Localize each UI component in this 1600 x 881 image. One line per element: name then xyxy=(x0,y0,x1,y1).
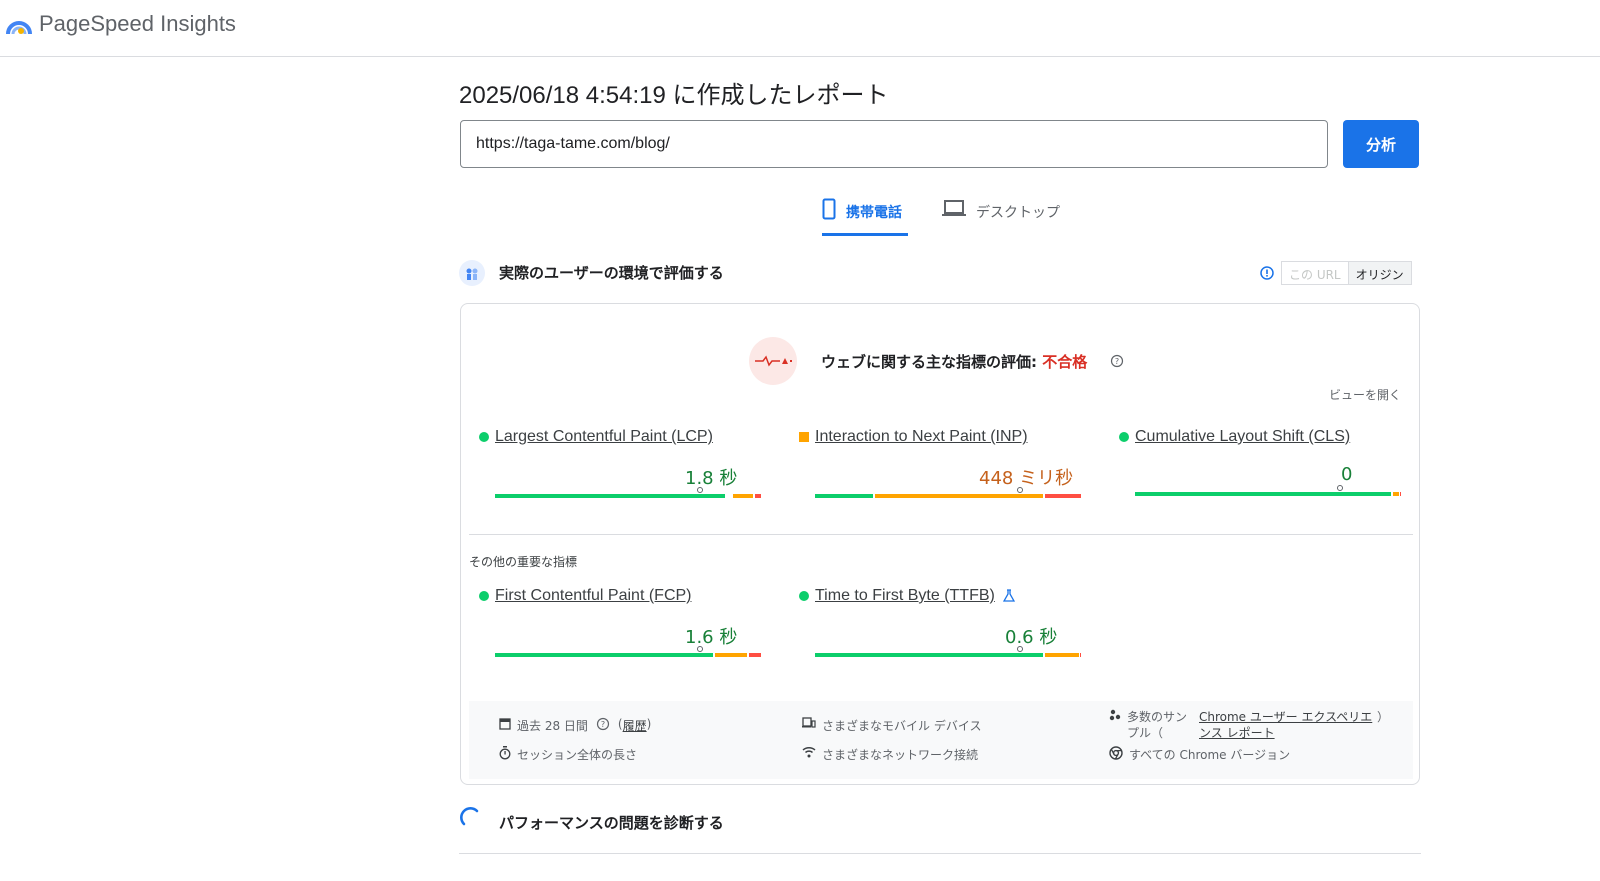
chrome-version-info: すべての Chrome バージョン xyxy=(1109,746,1290,763)
toggle-this-url[interactable]: この URL xyxy=(1282,262,1348,284)
metric-ttfb-distribution-bar xyxy=(815,646,1081,657)
expand-view-link[interactable]: ビューを開く xyxy=(1329,386,1401,403)
chrome-icon xyxy=(1109,746,1123,760)
tab-desktop-label: デスクトップ xyxy=(976,205,1060,221)
metric-ttfb-name[interactable]: Time to First Byte (TTFB) xyxy=(815,587,995,605)
url-input[interactable] xyxy=(460,120,1328,168)
metric-cls-name[interactable]: Cumulative Layout Shift (CLS) xyxy=(1135,428,1350,446)
good-dot-icon xyxy=(799,591,809,601)
crux-link-line-2: ンス レポート xyxy=(1199,726,1275,740)
top-bar: PageSpeed Insights xyxy=(0,0,1600,57)
metric-fcp-value: 1.6 秒 xyxy=(685,627,738,648)
metric-inp-name[interactable]: Interaction to Next Paint (INP) xyxy=(815,428,1028,446)
metric-inp: Interaction to Next Paint (INP) 448 ミリ秒 xyxy=(799,428,1081,508)
metric-lcp: Largest Contentful Paint (LCP) 1.8 秒 xyxy=(479,428,761,508)
crux-link-line-1: Chrome ユーザー エクスペリエ xyxy=(1199,710,1373,724)
metric-cls-value: 0 xyxy=(1341,464,1353,485)
help-icon[interactable]: ? xyxy=(1110,354,1124,368)
other-metrics-label: その他の重要な指標 xyxy=(469,555,578,569)
svg-text:?: ? xyxy=(1115,357,1119,366)
network-info: さまざまなネットワーク接続 xyxy=(802,746,978,763)
svg-text:?: ? xyxy=(601,720,605,729)
metric-cls-distribution-bar xyxy=(1135,485,1401,496)
field-data-card: ウェブに関する主な指標の評価: 不合格 ? ビューを開く Largest Con… xyxy=(460,303,1420,785)
session-info-text: セッション全体の長さ xyxy=(517,748,638,762)
metric-lcp-name[interactable]: Largest Contentful Paint (LCP) xyxy=(495,428,713,446)
samples-close: ） xyxy=(1377,710,1390,724)
average-square-icon xyxy=(799,432,809,442)
report-title: 2025/06/18 4:54:19 に作成したレポート xyxy=(459,82,889,109)
metric-cls: Cumulative Layout Shift (CLS) 0 xyxy=(1119,428,1401,508)
chrome-version-text: すべての Chrome バージョン xyxy=(1129,748,1291,762)
device-info-text: さまざまなモバイル デバイス xyxy=(822,719,982,733)
tab-mobile[interactable]: 携帯電話 xyxy=(822,198,908,236)
good-dot-icon xyxy=(479,591,489,601)
metric-lcp-value: 1.8 秒 xyxy=(685,468,738,489)
good-dot-icon xyxy=(1119,432,1129,442)
url-origin-toggle: この URL オリジン xyxy=(1281,261,1412,285)
experimental-flask-icon xyxy=(1002,589,1015,602)
network-info-text: さまざまなネットワーク接続 xyxy=(822,748,979,762)
metric-ttfb: Time to First Byte (TTFB) 0.6 秒 xyxy=(799,587,1081,667)
field-data-footer: 過去 28 日間 ? (履歴) さまざまなモバイル デバイス 多数のサンプル（ … xyxy=(469,701,1413,779)
assessment-fail-icon xyxy=(749,337,797,385)
app-title[interactable]: PageSpeed Insights xyxy=(39,11,236,37)
info-icon[interactable] xyxy=(1260,266,1274,280)
field-data-title: 実際のユーザーの環境で評価する xyxy=(499,264,724,282)
diagnose-title: パフォーマンスの問題を診断する xyxy=(499,814,724,832)
samples-text-1: 多数のサン xyxy=(1127,710,1188,724)
loading-spinner-icon xyxy=(460,807,479,826)
tab-mobile-label: 携帯電話 xyxy=(846,205,902,221)
samples-text-2: プル（ xyxy=(1127,726,1164,740)
samples-icon xyxy=(1109,709,1121,721)
assessment-label: ウェブに関する主な指標の評価: xyxy=(821,353,1043,371)
metric-fcp-name[interactable]: First Contentful Paint (FCP) xyxy=(495,587,692,605)
toggle-origin[interactable]: オリジン xyxy=(1347,262,1411,284)
session-info: セッション全体の長さ xyxy=(499,746,637,763)
analyze-button[interactable]: 分析 xyxy=(1343,120,1419,168)
users-icon xyxy=(459,260,485,286)
laptop-icon xyxy=(942,200,966,216)
history-link[interactable]: 履歴 xyxy=(623,717,647,734)
metric-fcp: First Contentful Paint (FCP) 1.6 秒 xyxy=(479,587,761,667)
core-web-vitals-assessment: ウェブに関する主な指標の評価: 不合格 xyxy=(821,351,1087,372)
device-info: さまざまなモバイル デバイス xyxy=(802,717,981,734)
pagespeed-logo-icon[interactable] xyxy=(6,12,32,38)
metric-lcp-distribution-bar xyxy=(495,487,761,498)
metric-inp-value: 448 ミリ秒 xyxy=(979,468,1074,489)
collection-period-text: 過去 28 日間 xyxy=(517,719,588,733)
metric-fcp-distribution-bar xyxy=(495,646,761,657)
metric-inp-distribution-bar xyxy=(815,487,1081,498)
p75-marker xyxy=(1017,646,1023,652)
p75-marker xyxy=(697,487,703,493)
crux-report-link[interactable]: Chrome ユーザー エクスペリエ ンス レポート xyxy=(1199,709,1377,741)
p75-marker xyxy=(697,646,703,652)
section-divider xyxy=(469,534,1413,535)
calendar-icon xyxy=(499,718,511,730)
metric-ttfb-value: 0.6 秒 xyxy=(1005,627,1058,648)
tab-desktop[interactable]: デスクトップ xyxy=(942,198,1060,236)
assessment-result: 不合格 xyxy=(1042,353,1088,371)
section-divider xyxy=(459,853,1421,854)
devices-icon xyxy=(802,717,816,728)
p75-marker xyxy=(1337,485,1343,491)
p75-marker xyxy=(1017,487,1023,493)
help-icon[interactable]: ? xyxy=(596,717,610,731)
wifi-icon xyxy=(802,746,816,758)
stopwatch-icon xyxy=(499,746,511,760)
smartphone-icon xyxy=(822,198,836,220)
good-dot-icon xyxy=(479,432,489,442)
samples-info: 多数のサンプル（ Chrome ユーザー エクスペリエ ンス レポート ） xyxy=(1109,709,1389,741)
collection-period: 過去 28 日間 ? (履歴) xyxy=(499,717,651,734)
